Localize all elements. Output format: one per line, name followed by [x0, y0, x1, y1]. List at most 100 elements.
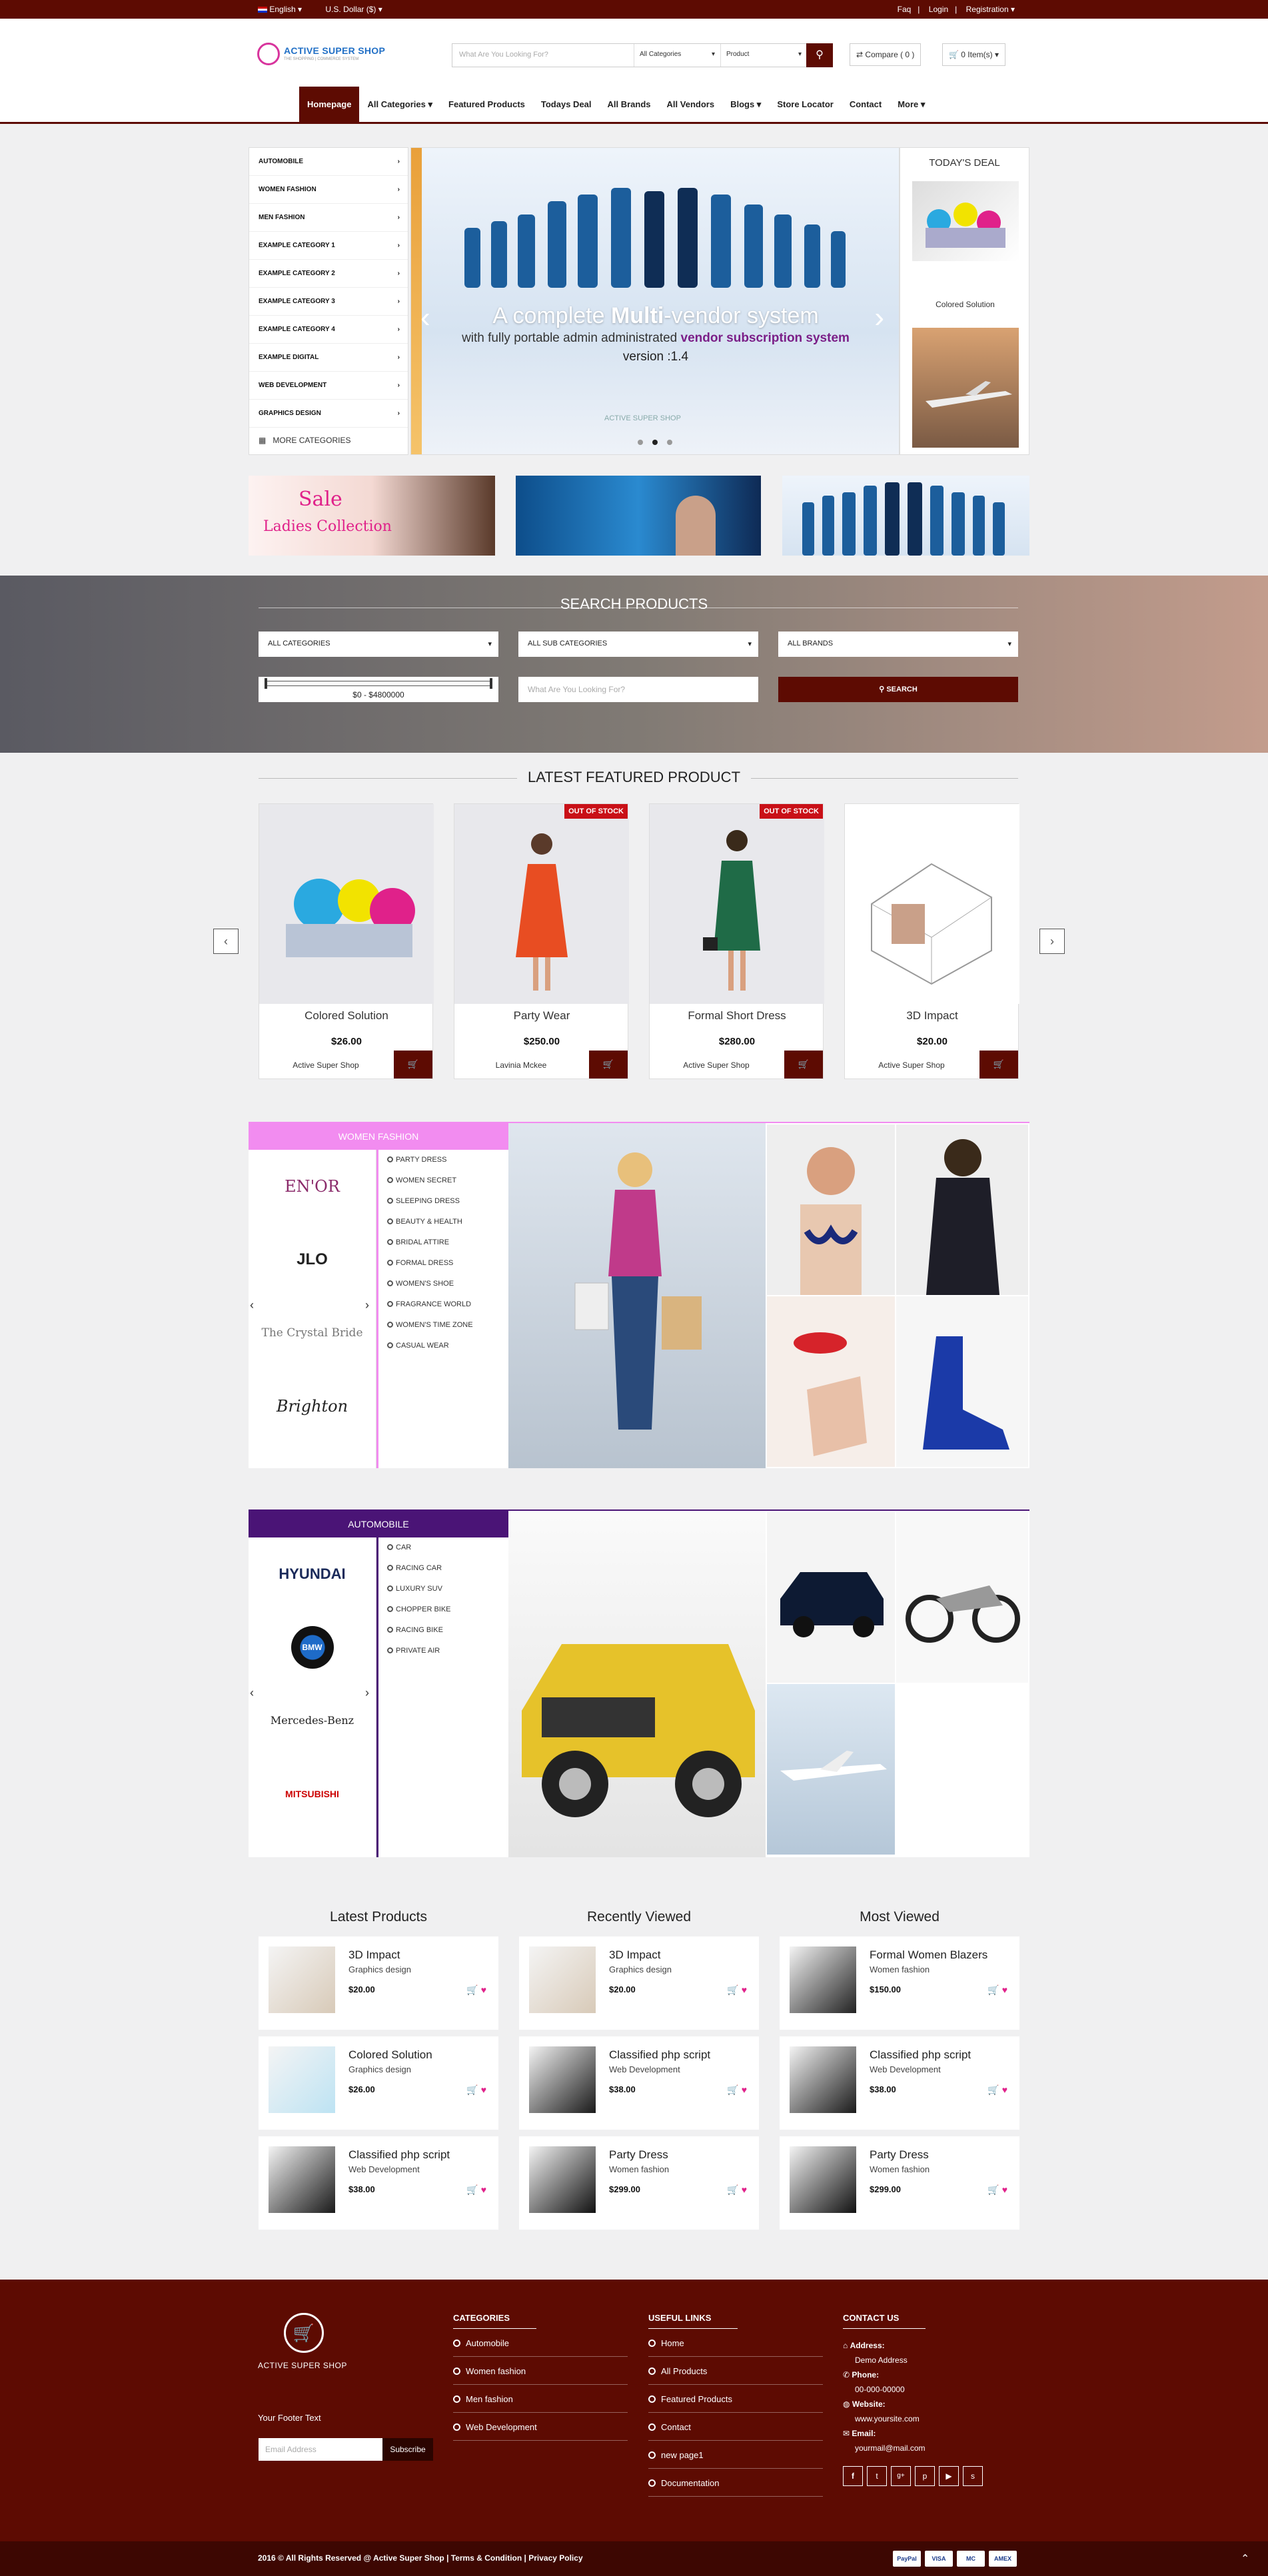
list-item-image[interactable] [529, 2046, 596, 2113]
cart-icon[interactable]: 🛒 [727, 2084, 738, 2095]
list-item[interactable]: 3D Impact Graphics design $20.00 🛒 ♥ [259, 1936, 498, 2030]
category-item[interactable]: AUTOMOBILE › [249, 148, 408, 176]
compare-button[interactable]: ⇄ Compare ( 0 ) [850, 43, 922, 66]
add-to-cart-button[interactable]: 🛒 [784, 1051, 823, 1078]
list-item[interactable]: Classified php script Web Development $38.… [780, 2036, 1019, 2130]
cart-icon[interactable]: 🛒 [987, 1984, 999, 1995]
product-image[interactable] [454, 804, 629, 1004]
category-item[interactable]: EXAMPLE DIGITAL › [249, 344, 408, 372]
product-image[interactable] [650, 804, 824, 1004]
category-item[interactable]: EXAMPLE CATEGORY 3 › [249, 288, 408, 316]
brand-logo[interactable]: HYUNDAI [249, 1537, 376, 1611]
slider-next-arrow[interactable]: › [874, 301, 884, 334]
skype-icon[interactable]: s [963, 2466, 983, 2486]
youtube-icon[interactable]: ▶ [939, 2466, 959, 2486]
footer-link[interactable]: Men fashion [453, 2394, 628, 2413]
brand-logo[interactable]: MITSUBISHI [249, 1757, 376, 1831]
google-plus-icon[interactable]: g+ [891, 2466, 911, 2486]
search-input[interactable]: What Are You Looking For? [459, 51, 548, 59]
footer-logo[interactable]: ACTIVE SUPER SHOP [258, 2361, 347, 2370]
block-link[interactable]: CHOPPER BIKE [379, 1599, 506, 1620]
list-item-image[interactable] [790, 2146, 856, 2213]
pinterest-icon[interactable]: p [915, 2466, 935, 2486]
list-item[interactable]: Party Dress Women fashion $299.00 🛒 ♥ [519, 2136, 759, 2230]
product-image[interactable] [259, 804, 434, 1004]
heart-icon[interactable]: ♥ [1002, 1984, 1007, 1995]
nav-item-contact[interactable]: Contact [842, 87, 890, 122]
block-link[interactable]: SLEEPING DRESS [379, 1191, 506, 1212]
twitter-icon[interactable]: t [867, 2466, 887, 2486]
block-link[interactable]: FORMAL DRESS [379, 1253, 506, 1274]
slider-dot[interactable] [638, 440, 643, 445]
footer-link[interactable]: Featured Products [648, 2394, 823, 2413]
list-item[interactable]: Colored Solution Graphics design $26.00 🛒 ♥ [259, 2036, 498, 2130]
women-fashion-title[interactable]: WOMEN FASHION [249, 1123, 508, 1150]
facebook-icon[interactable]: f [843, 2466, 863, 2486]
list-item[interactable]: 3D Impact Graphics design $20.00 🛒 ♥ [519, 1936, 759, 2030]
footer-link[interactable]: Web Development [453, 2422, 628, 2441]
block-link[interactable]: WOMEN'S TIME ZONE [379, 1315, 506, 1336]
faq-link[interactable]: Faq [898, 5, 912, 14]
block-link[interactable]: RACING BIKE [379, 1620, 506, 1641]
sp-keyword-input[interactable]: What Are You Looking For? [518, 677, 758, 702]
block-link[interactable]: RACING CAR [379, 1558, 506, 1579]
category-item[interactable]: MEN FASHION › [249, 204, 408, 232]
block-link[interactable]: BRIDAL ATTIRE [379, 1232, 506, 1253]
footer-link[interactable]: Documentation [648, 2478, 823, 2497]
cart-button[interactable]: 🛒 0 Item(s) ▾ [942, 43, 1005, 66]
footer-link[interactable]: Automobile [453, 2338, 628, 2357]
footer-link[interactable]: All Products [648, 2366, 823, 2385]
motorbike-image[interactable] [896, 1512, 1028, 1683]
block-link[interactable]: WOMEN'S SHOE [379, 1274, 506, 1294]
login-link[interactable]: Login [929, 5, 948, 14]
list-item[interactable]: Party Dress Women fashion $299.00 🛒 ♥ [780, 2136, 1019, 2230]
sp-category-select[interactable]: ALL CATEGORIES ▾ [259, 632, 498, 657]
featured-next-arrow[interactable]: › [1039, 929, 1065, 954]
nav-item-all-brands[interactable]: All Brands [600, 87, 659, 122]
list-item-image[interactable] [269, 2146, 335, 2213]
heart-icon[interactable]: ♥ [481, 1984, 486, 1995]
footer-link[interactable]: Home [648, 2338, 823, 2357]
nav-item-store-locator[interactable]: Store Locator [769, 87, 842, 122]
cart-icon[interactable]: 🛒 [987, 2084, 999, 2095]
deal-caption[interactable]: Colored Solution [900, 300, 1030, 309]
add-to-cart-button[interactable]: 🛒 [394, 1051, 432, 1078]
currency-selector[interactable]: U.S. Dollar ($) ▾ [325, 5, 382, 14]
block-link[interactable]: FRAGRANCE WORLD [379, 1294, 506, 1315]
category-item[interactable]: EXAMPLE CATEGORY 1 › [249, 232, 408, 260]
cart-icon[interactable]: 🛒 [727, 2184, 738, 2195]
cart-icon[interactable]: 🛒 [987, 2184, 999, 2195]
list-item[interactable]: Formal Women Blazers Women fashion $150.00… [780, 1936, 1019, 2030]
featured-prev-arrow[interactable]: ‹ [213, 929, 239, 954]
nav-item-todays-deal[interactable]: Todays Deal [533, 87, 600, 122]
deal-image[interactable] [912, 181, 1019, 261]
brand-logo[interactable]: Mercedes-Benz [249, 1684, 376, 1757]
add-to-cart-button[interactable]: 🛒 [979, 1051, 1018, 1078]
sp-subcategory-select[interactable]: ALL SUB CATEGORIES ▾ [518, 632, 758, 657]
heart-icon[interactable]: ♥ [1002, 2184, 1007, 2195]
category-select[interactable]: All Categories ▾ [634, 44, 720, 67]
hummer-image[interactable] [508, 1511, 766, 1857]
heart-icon[interactable]: ♥ [742, 2184, 747, 2195]
lingerie-image[interactable] [767, 1124, 895, 1295]
brand-logo[interactable]: JLO [249, 1223, 376, 1296]
slider-dot[interactable] [652, 440, 658, 445]
more-categories-link[interactable]: ▦ MORE CATEGORIES [249, 428, 408, 453]
brand-next-arrow[interactable]: › [365, 1298, 369, 1312]
brand-prev-arrow[interactable]: ‹ [250, 1686, 254, 1700]
block-link[interactable]: CASUAL WEAR [379, 1336, 506, 1356]
slider-prev-arrow[interactable]: ‹ [420, 301, 430, 334]
product-card[interactable]: Colored Solution $26.00 Active Super Sho… [259, 803, 434, 1079]
scroll-top-icon[interactable]: ⌃ [1241, 2552, 1249, 2565]
block-link[interactable]: LUXURY SUV [379, 1579, 506, 1599]
category-item[interactable]: WOMEN FASHION › [249, 176, 408, 204]
automobile-title[interactable]: AUTOMOBILE [249, 1511, 508, 1537]
cart-icon[interactable]: 🛒 [466, 1984, 478, 1995]
team-banner[interactable] [782, 476, 1029, 556]
type-select[interactable]: Product ▾ [720, 44, 807, 67]
add-to-cart-button[interactable]: 🛒 [589, 1051, 628, 1078]
logo[interactable]: ACTIVE SUPER SHOP THE SHOPPING | COMMERC… [257, 43, 404, 76]
footer-link[interactable]: new page1 [648, 2450, 823, 2469]
heart-icon[interactable]: ♥ [1002, 2084, 1007, 2095]
product-card[interactable]: 3D Impact $20.00 Active Super Shop 🛒 [844, 803, 1019, 1079]
